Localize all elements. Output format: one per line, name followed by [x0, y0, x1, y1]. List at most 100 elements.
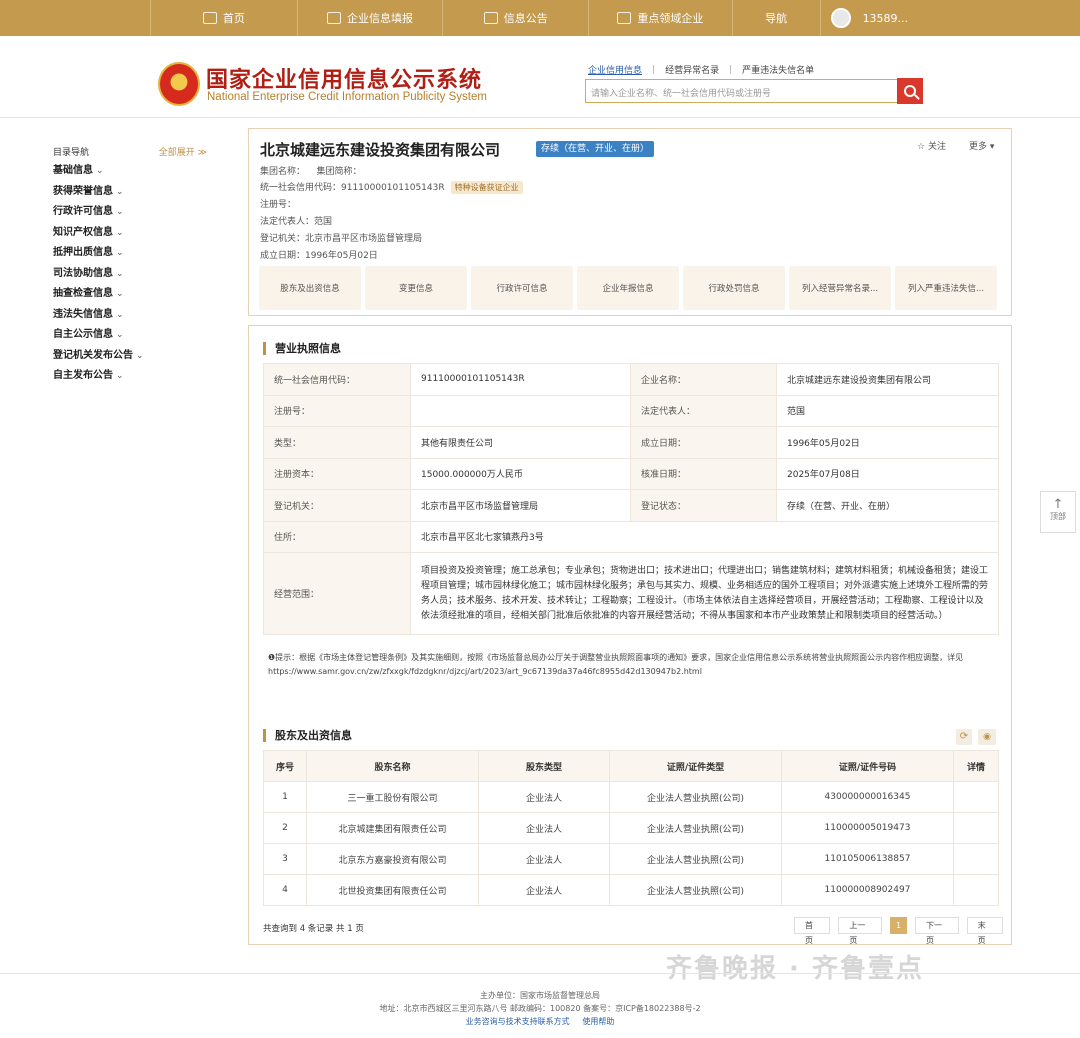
refresh-icon[interactable]: ⟳ [956, 729, 972, 745]
table-row: 经营范围： 项目投资及投资管理；施工总承包；专业承包；货物进出口；技术进出口；代… [263, 552, 999, 635]
detail-cell[interactable] [953, 843, 999, 875]
table-row: 类型： 其他有限责任公司 成立日期： 1996年05月02日 [263, 426, 999, 459]
tab-changes[interactable]: 变更信息 [365, 266, 467, 310]
site-header: 国家企业信用信息公示系统 National Enterprise Credit … [0, 36, 1080, 118]
special-equipment-tag: 特种设备获证企业 [450, 181, 523, 194]
chevron-down-icon: ⌄ [116, 309, 124, 320]
group-info: 集团名称： 集团简称： [260, 167, 362, 177]
detail-card: 营业执照信息 统一社会信用代码： 91110000101105143R 企业名称… [248, 325, 1012, 945]
help-link[interactable]: 使用帮助 [582, 1017, 614, 1026]
authority-line: 登记机关：北京市昌平区市场监督管理局 [260, 234, 423, 244]
chevron-down-icon: ⌄ [116, 268, 124, 279]
chevron-down-icon: ⌄ [116, 207, 124, 217]
search-tab-credit[interactable]: 企业信用信息 [588, 63, 642, 76]
notice-text: ❶提示：根据《市场主体登记管理条例》及其实施细则，按照《市场监督总局办公厅关于调… [268, 653, 964, 676]
footer-links: 业务咨询与技术支持联系方式 使用帮助 [0, 1016, 1080, 1027]
tab-permits[interactable]: 行政许可信息 [471, 266, 573, 310]
star-icon: ☆ [917, 142, 928, 152]
shareholders-section-title: 股东及出资信息 [263, 729, 352, 742]
license-section-title: 营业执照信息 [263, 342, 341, 355]
sidebar-item-basic[interactable]: 基础信息 ⌄ [53, 161, 213, 182]
tab-annual-report[interactable]: 企业年报信息 [577, 266, 679, 310]
search-tab-blacklist[interactable]: 严重违法失信名单 [742, 63, 814, 76]
legal-rep-line: 法定代表人：范国 [260, 217, 333, 227]
follow-button[interactable]: ☆ 关注 [917, 139, 946, 152]
license-table: 统一社会信用代码： 91110000101105143R 企业名称： 北京城建远… [263, 363, 999, 635]
directory-nav-title: 目录导航 [53, 148, 90, 158]
search-input[interactable]: 请输入企业名称、统一社会信用代码或注册号 [585, 79, 899, 103]
tab-penalties[interactable]: 行政处罚信息 [683, 266, 785, 310]
info-tabs: 股东及出资信息 变更信息 行政许可信息 企业年报信息 行政处罚信息 列入经营异常… [259, 266, 1001, 310]
expand-all-link[interactable]: 全部展开 ≫ [159, 145, 207, 158]
eye-icon[interactable]: ◉ [978, 729, 996, 745]
last-page-button[interactable]: 末页 [966, 917, 1003, 945]
sidebar-item-pledge[interactable]: 抵押出质信息 ⌄ [53, 243, 213, 264]
detail-cell[interactable] [953, 874, 999, 906]
nav-fill-info[interactable]: 企业信息填报 [298, 0, 444, 36]
table-row: 3 北京东方嘉豪投资有限公司 企业法人 企业法人营业执照(公司) 1101050… [263, 843, 999, 875]
chevron-down-icon: ⌄ [116, 371, 124, 381]
chevron-down-icon: ⌄ [116, 248, 124, 258]
nav-home[interactable]: 首页 [150, 0, 298, 36]
megaphone-icon [617, 12, 632, 24]
detail-cell[interactable] [953, 812, 999, 844]
record-total: 共查询到 4 条记录 共 1 页 [263, 924, 364, 934]
chevron-down-icon: ⌄ [116, 227, 124, 238]
table-row: 1 三一重工股份有限公司 企业法人 企业法人营业执照(公司) 430000000… [263, 781, 999, 813]
back-to-top-button[interactable]: ↑ 顶部 [1040, 491, 1076, 533]
chevron-down-icon: ⌄ [116, 289, 124, 299]
status-badge: 存续（在营、开业、在册） [536, 141, 655, 157]
chevron-down-icon: ⌄ [96, 166, 104, 176]
sidebar-item-judicial[interactable]: 司法协助信息 ⌄ [53, 264, 213, 285]
shareholders-table: 序号 股东名称 股东类型 证照/证件类型 证照/证件号码 详情 1 三一重工股份… [263, 750, 999, 906]
table-row: 4 北世投资集团有限责任公司 企业法人 企业法人营业执照(公司) 1100000… [263, 874, 999, 906]
chevron-down-icon: ⌄ [136, 350, 144, 361]
business-scope: 项目投资及投资管理；施工总承包；专业承包；货物进出口；技术进出口；代理进出口；销… [410, 552, 999, 635]
avatar [830, 8, 851, 28]
site-footer: 主办单位：国家市场监督管理总局 地址：北京市西城区三里河东路八号 邮政编码：10… [0, 973, 1080, 1038]
directory-nav: 目录导航 全部展开 ≫ 基础信息 ⌄ 获得荣誉信息 ⌄ 行政许可信息 ⌄ 知识产权信息… [53, 145, 213, 387]
footer-sponsor: 主办单位：国家市场监督管理总局 [480, 991, 600, 1000]
first-page-button[interactable]: 首页 [794, 917, 831, 945]
sidebar-item-inspection[interactable]: 抽查检查信息 ⌄ [53, 284, 213, 305]
footer-address: 地址：北京市西城区三里河东路八号 邮政编码：100820 备案号：京ICP备18… [379, 1004, 701, 1013]
table-row: 注册号： 法定代表人： 范国 [263, 394, 999, 427]
company-name: 北京城建远东建设投资集团有限公司 [260, 141, 501, 159]
search-tabs: 企业信用信息 | 经营异常名录 | 严重违法失信名单 [588, 63, 824, 77]
search-button[interactable] [897, 78, 923, 104]
tab-abnormal[interactable]: 列入经营异常名录... [789, 266, 891, 310]
reg-no-line: 注册号： [260, 200, 297, 210]
table-row: 住所： 北京市昌平区北七家镇燕丹3号 [263, 520, 999, 553]
nav-guide[interactable]: 导航 [733, 0, 821, 36]
nav-key-area[interactable]: 重点领域企业 [589, 0, 733, 36]
tab-blacklist[interactable]: 列入严重违法失信... [895, 266, 997, 310]
sidebar-item-permit[interactable]: 行政许可信息 ⌄ [53, 202, 213, 223]
chevron-down-icon: ⌄ [116, 330, 124, 340]
sidebar-item-violation[interactable]: 违法失信信息 ⌄ [53, 305, 213, 326]
table-row: 2 北京城建集团有限责任公司 企业法人 企业法人营业执照(公司) 1100000… [263, 812, 999, 844]
sidebar-item-ip[interactable]: 知识产权信息 ⌄ [53, 223, 213, 244]
edit-icon [327, 12, 342, 24]
search-tab-abnormal[interactable]: 经营异常名录 [665, 63, 719, 76]
nav-notice[interactable]: 信息公告 [443, 0, 590, 36]
pagination: 首页 上一页 1 下一页 末页 [794, 917, 1011, 945]
detail-cell[interactable] [953, 781, 999, 813]
user-menu[interactable]: 13589... [821, 0, 1080, 36]
table-row: 注册资本： 15000.000000万人民币 核准日期： 2025年07月08日 [263, 457, 999, 490]
prev-page-button[interactable]: 上一页 [838, 917, 882, 945]
sidebar-item-self-notice[interactable]: 自主发布公告 ⌄ [53, 366, 213, 387]
more-dropdown[interactable]: 更多 ▾ [969, 139, 994, 152]
current-page[interactable]: 1 [889, 917, 908, 934]
national-emblem-logo [158, 62, 200, 106]
sidebar-item-self-disclosure[interactable]: 自主公示信息 ⌄ [53, 325, 213, 346]
tab-shareholders[interactable]: 股东及出资信息 [259, 266, 361, 310]
support-link[interactable]: 业务咨询与技术支持联系方式 [466, 1017, 570, 1026]
next-page-button[interactable]: 下一页 [915, 917, 959, 945]
sidebar-item-authority-notice[interactable]: 登记机关发布公告 ⌄ [53, 346, 213, 367]
search-icon [904, 85, 916, 97]
monitor-icon [202, 12, 217, 24]
table-row: 统一社会信用代码： 91110000101105143R 企业名称： 北京城建远… [263, 363, 999, 396]
divider: | [729, 64, 733, 75]
chevron-down-icon: ⌄ [116, 186, 124, 197]
sidebar-item-honor[interactable]: 获得荣誉信息 ⌄ [53, 182, 213, 203]
